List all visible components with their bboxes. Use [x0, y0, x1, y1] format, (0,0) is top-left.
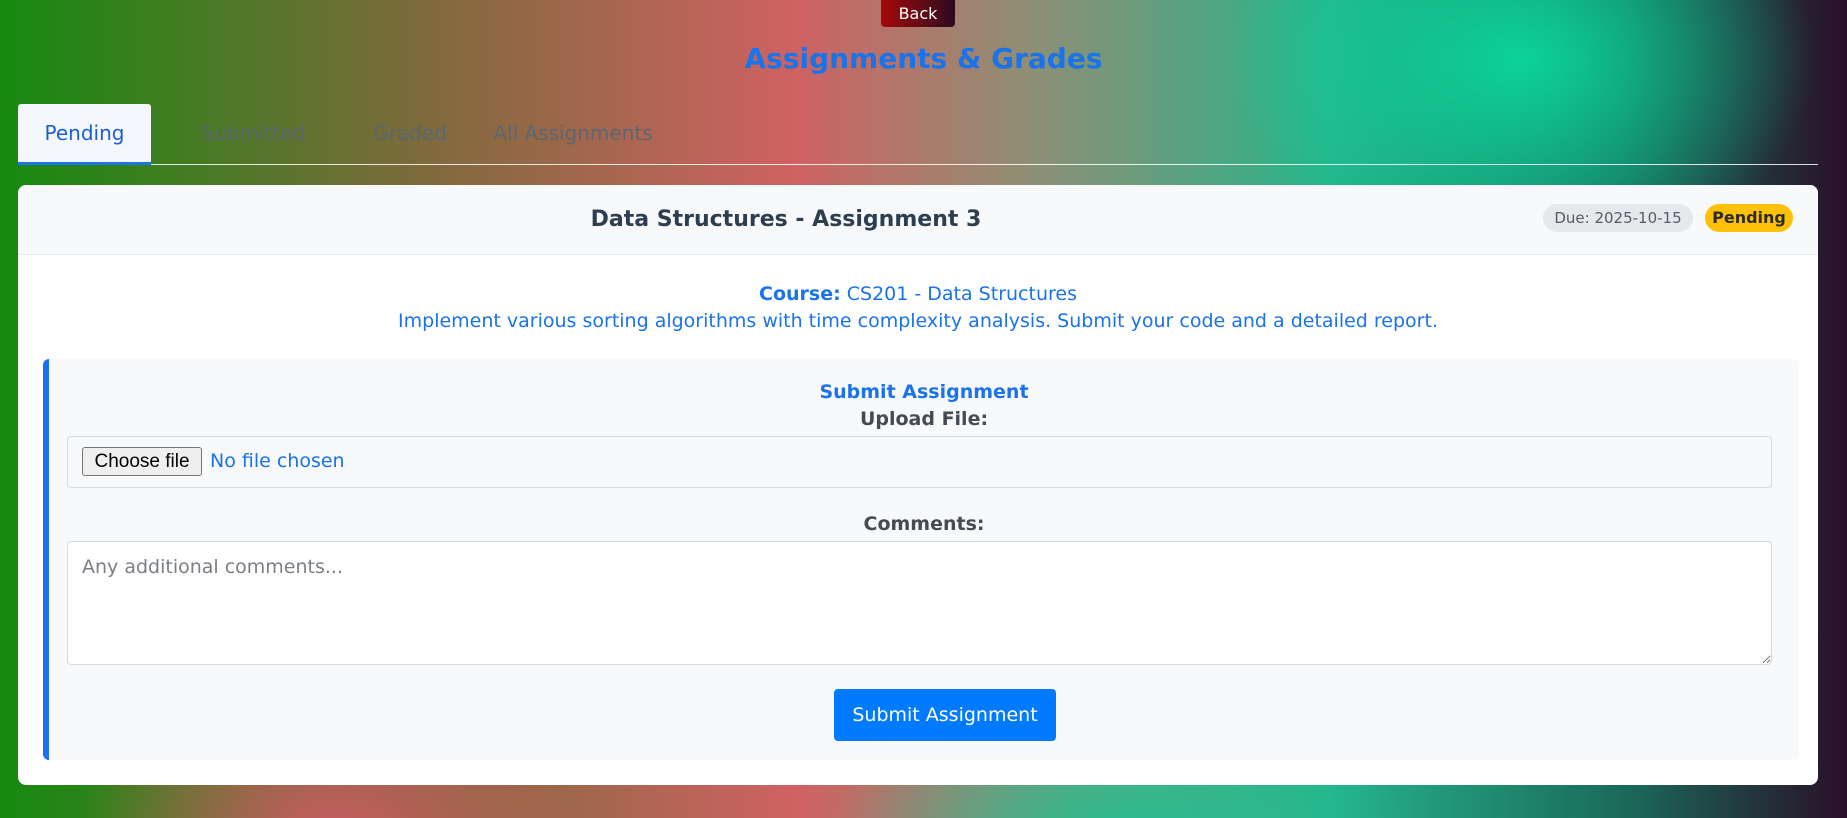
comments-textarea[interactable] [67, 541, 1772, 665]
choose-file-button[interactable]: Choose file [82, 447, 202, 476]
tab-graded[interactable]: Graded [340, 104, 480, 162]
back-button[interactable]: Back [881, 0, 955, 27]
assignment-card: Data Structures - Assignment 3 Due: 2025… [18, 185, 1818, 785]
page-title: Assignments & Grades [744, 42, 1103, 75]
status-badge: Pending [1705, 204, 1793, 232]
tab-submitted[interactable]: Submitted [168, 104, 338, 162]
file-upload-field[interactable]: Choose file No file chosen [67, 436, 1772, 488]
assignment-card-header: Data Structures - Assignment 3 Due: 2025… [18, 185, 1818, 255]
course-value: CS201 - Data Structures [846, 283, 1077, 305]
submit-panel-title: Submit Assignment [819, 381, 1029, 403]
upload-file-label: Upload File: [859, 408, 989, 430]
tab-bar: Pending Submitted Graded All Assignments [18, 104, 1818, 165]
due-date-badge: Due: 2025-10-15 [1543, 204, 1693, 232]
comments-label: Comments: [863, 513, 985, 535]
tab-pending[interactable]: Pending [18, 104, 151, 165]
submit-assignment-button[interactable]: Submit Assignment [834, 689, 1056, 741]
course-label: Course: [759, 283, 841, 305]
file-status-text: No file chosen [210, 450, 345, 472]
assignment-title: Data Structures - Assignment 3 [590, 207, 982, 232]
assignment-description: Implement various sorting algorithms wit… [398, 310, 1438, 332]
course-info: Course: CS201 - Data Structures [18, 283, 1818, 305]
tab-all-assignments[interactable]: All Assignments [483, 104, 663, 162]
submit-panel: Submit Assignment Upload File: Choose fi… [43, 359, 1799, 760]
